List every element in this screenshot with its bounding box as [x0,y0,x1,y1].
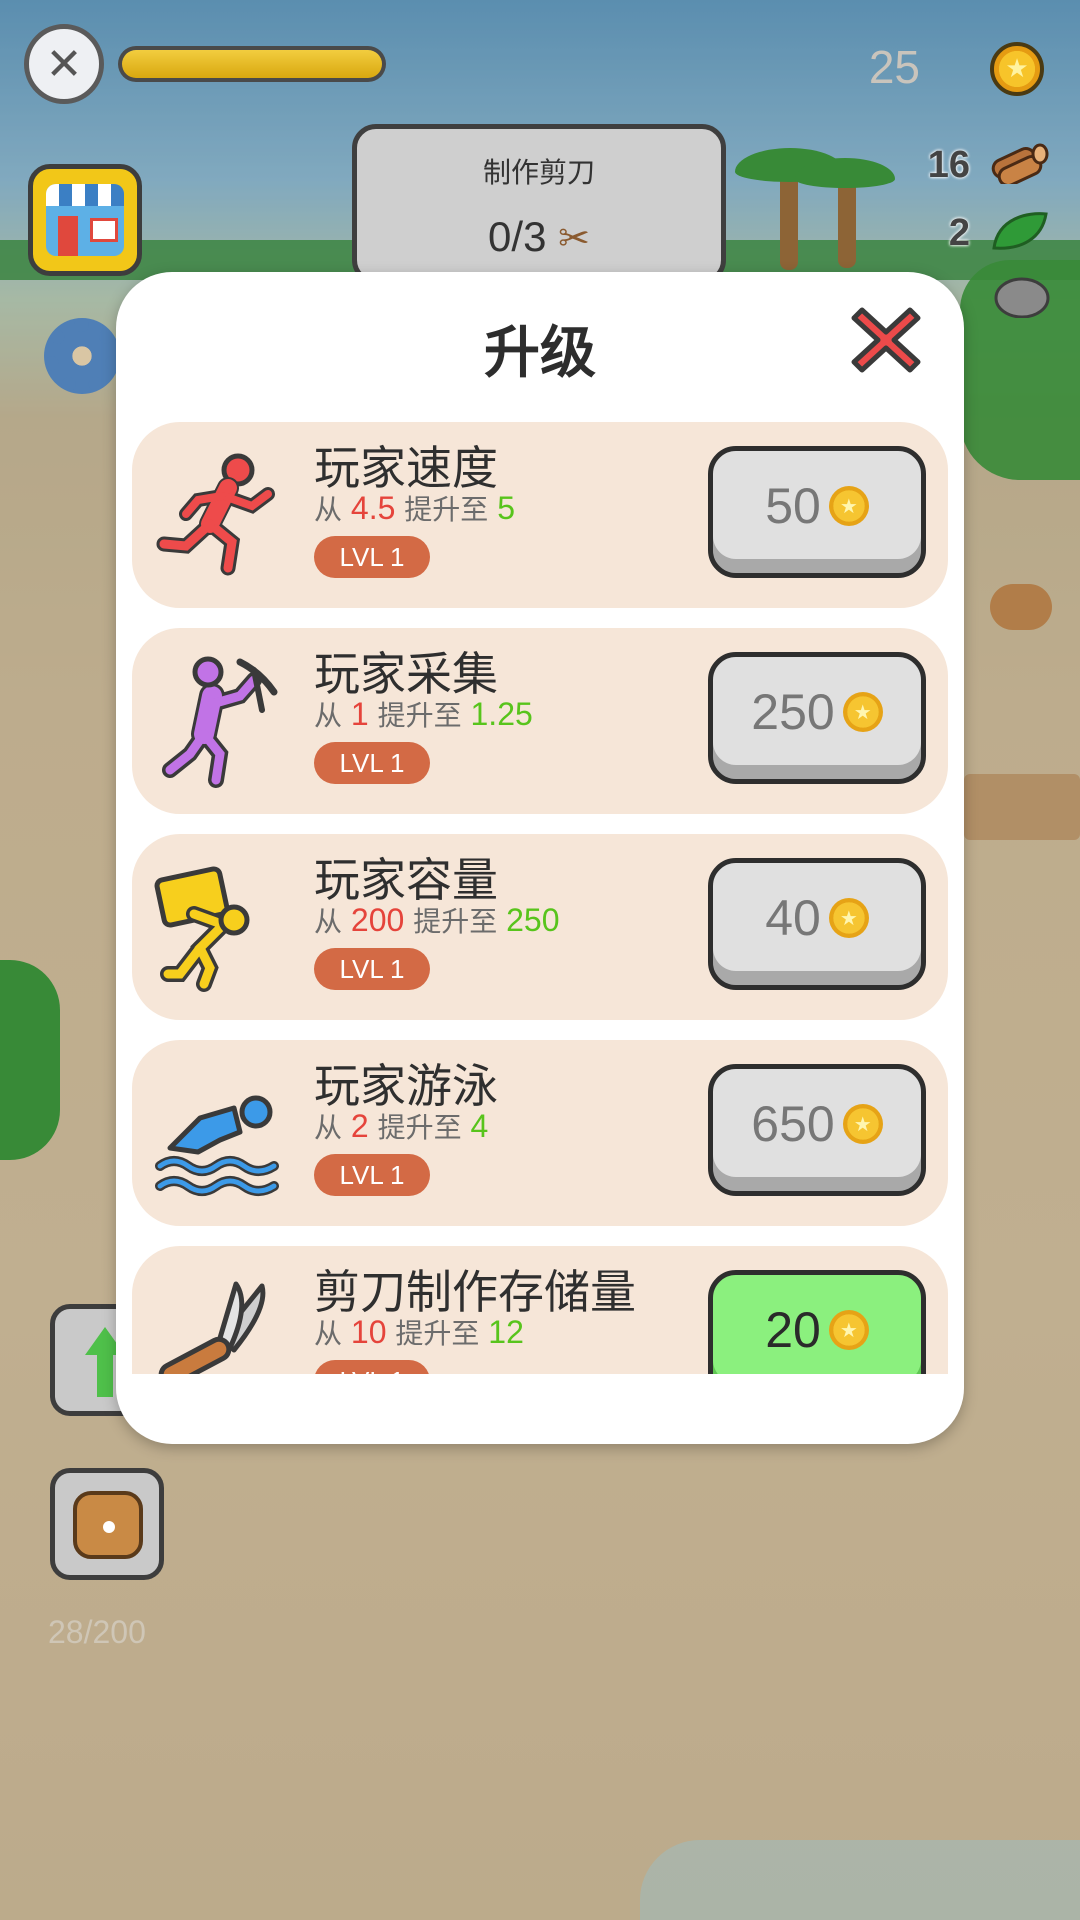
level-badge: LVL 1 [314,1360,430,1374]
to-label: 提升至 [413,905,498,938]
from-label: 从 [314,1111,343,1144]
upgrade-description: 从 200 提升至 250 [314,900,559,940]
level-badge: LVL 1 [314,742,430,784]
backpack-icon [73,1491,143,1559]
upgrade-price: 20 [765,1302,821,1358]
swimming-person-icon [155,1095,279,1196]
coin-icon: ★ [828,898,869,938]
to-label: 提升至 [404,493,489,526]
upgrade-card-shears-storage: 剪刀制作存储量 从 10 提升至 12 LVL 1 20 ★ [132,1246,948,1374]
shop-button[interactable] [28,164,142,276]
wood-count: 16 [927,144,970,186]
upgrade-price: 250 [751,684,835,740]
buy-upgrade-button[interactable]: 40 ★ [708,858,926,990]
shop-window [90,218,118,242]
level-badge: LVL 1 [314,1154,430,1196]
hunger-bar [118,46,386,82]
leaf-count: 2 [948,212,970,254]
shop-door [58,216,78,256]
buy-upgrade-button[interactable]: 50 ★ [708,446,926,578]
upgrade-price: 40 [765,890,821,946]
buy-upgrade-button[interactable]: 650 ★ [708,1064,926,1196]
stone-icon [994,277,1050,318]
to-value: 1.25 [470,696,533,732]
to-label: 提升至 [377,1111,462,1144]
shop-awning [46,184,124,206]
crafting-task-panel: 制作剪刀 0/3 ✂ [352,124,726,284]
backpack-buckle [103,1521,115,1533]
coin-icon: ★ [828,486,869,526]
buy-upgrade-button[interactable]: 250 ★ [708,652,926,784]
to-value: 4 [470,1108,489,1144]
task-progress: 0/3 ✂ [357,213,721,261]
task-title: 制作剪刀 [482,156,595,189]
level-badge: LVL 1 [314,948,430,990]
from-label: 从 [314,1317,343,1350]
upgrade-list[interactable]: 玩家速度 从 4.5 提升至 5 LVL 1 50 ★ 玩家采集 从 1 提升至… [132,422,948,1374]
from-label: 从 [314,493,343,526]
from-value: 200 [350,902,405,938]
from-value: 4.5 [350,490,396,526]
upgrade-price: 50 [765,478,821,534]
scissors-small-icon: ✂ [558,218,590,260]
backpack-capacity: 28/200 [48,1614,146,1650]
upgrade-card-gathering: 玩家采集 从 1 提升至 1.25 LVL 1 250 ★ [132,628,948,814]
coin-icon: ★ [990,42,1044,96]
leaf-icon [992,212,1048,250]
running-person-icon [156,453,275,576]
from-label: 从 [314,905,343,938]
upgrade-modal: 升级 玩家速度 从 4.5 提升至 5 LVL 1 50 ★ 玩家采集 从 1 … [116,272,964,1444]
hunger-bar-fill [122,50,382,78]
backpack-button[interactable] [50,1468,164,1580]
to-label: 提升至 [377,699,462,732]
close-icon[interactable] [848,302,924,378]
wood-log-icon [991,143,1049,184]
modal-title: 升级 [484,321,596,386]
upgrade-description: 从 4.5 提升至 5 [314,488,515,528]
coin-icon: ★ [842,1104,883,1144]
gear-icon[interactable] [44,318,120,394]
pruning-shears-icon [158,1281,266,1374]
coin-count: 25 [868,41,920,93]
upgrade-card-speed: 玩家速度 从 4.5 提升至 5 LVL 1 50 ★ [132,422,948,608]
upgrade-card-swimming: 玩家游泳 从 2 提升至 4 LVL 1 650 ★ [132,1040,948,1226]
level-badge: LVL 1 [314,536,430,578]
upgrade-description: 从 2 提升至 4 [314,1106,488,1146]
to-value: 250 [506,902,560,938]
task-progress-value: 0/3 [488,213,547,260]
upgrade-card-capacity: 玩家容量 从 200 提升至 250 LVL 1 40 ★ [132,834,948,1020]
coin-icon: ★ [828,1310,869,1350]
buy-upgrade-button[interactable]: 20 ★ [708,1270,926,1374]
mining-person-icon [162,656,278,788]
from-label: 从 [314,699,343,732]
upgrade-price: 650 [751,1096,835,1152]
coin-icon: ★ [842,692,883,732]
upgrade-description: 从 10 提升至 12 [314,1312,524,1352]
from-value: 10 [350,1314,387,1350]
shop-icon [46,184,124,256]
from-value: 1 [350,696,369,732]
fork-spoon-icon: ✕ [24,24,104,104]
to-value: 5 [497,490,515,526]
from-value: 2 [350,1108,369,1144]
carrying-person-icon [154,866,250,992]
upgrade-description: 从 1 提升至 1.25 [314,694,533,734]
to-value: 12 [488,1314,524,1350]
to-label: 提升至 [395,1317,480,1350]
